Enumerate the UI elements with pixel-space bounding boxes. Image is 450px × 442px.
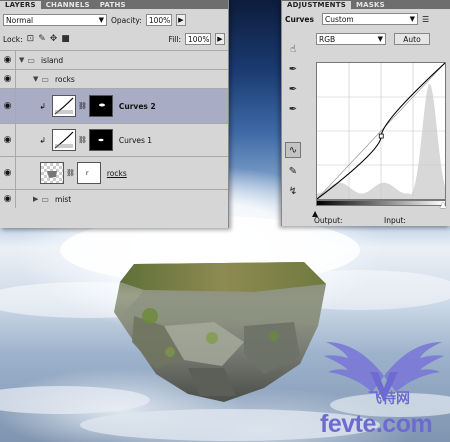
layer-name: Curves 1 — [118, 135, 153, 145]
smooth-icon[interactable]: ↯ — [286, 184, 300, 198]
adjustment-type-label: Curves — [285, 14, 314, 24]
target-adjust-icon[interactable]: ☝ — [286, 42, 300, 56]
curves-adjustment-thumbnail[interactable] — [52, 129, 76, 151]
channel-value: RGB — [319, 34, 336, 44]
visibility-eye-icon[interactable]: ◉ — [0, 89, 16, 123]
chevron-down-icon: ▼ — [377, 35, 383, 43]
input-gradient-bar — [316, 200, 446, 206]
curves-tool-column: ☝ ✒ ✒ ✒ ∿ ✎ ↯ — [285, 42, 301, 198]
layer-name: rocks — [54, 74, 75, 84]
layers-panel: LAYERS CHANNELS PATHS Normal ▼ Opacity: … — [0, 0, 229, 228]
curves-graph[interactable] — [316, 62, 446, 200]
layer-row-curves-1[interactable]: ◉ ↲ ⛓ Curves 1 — [0, 123, 228, 156]
channel-row: RGB ▼ Auto — [282, 29, 450, 49]
lock-transparent-icon[interactable]: ⊡ — [27, 34, 35, 44]
lock-label: Lock: — [3, 34, 23, 44]
layer-name: rocks — [106, 168, 127, 178]
tab-adjustments[interactable]: ADJUSTMENTS — [282, 1, 351, 9]
layer-row-mist[interactable]: ◉ ▶ ▭ mist — [0, 189, 228, 208]
curve-control-point[interactable] — [378, 133, 384, 139]
layer-row-curves-2[interactable]: ◉ ↲ ⛓ Curves 2 — [0, 88, 228, 123]
expand-triangle-icon[interactable]: ▼ — [19, 56, 24, 64]
output-label: Output: — [314, 216, 343, 225]
layers-tabbar: LAYERS CHANNELS PATHS — [0, 0, 228, 9]
curve-edit-icon[interactable]: ∿ — [285, 142, 301, 158]
curves-graph-svg[interactable] — [316, 62, 446, 200]
layer-thumbnail[interactable] — [40, 162, 64, 184]
fill-label: Fill: — [168, 34, 181, 44]
pencil-icon[interactable]: ✎ — [286, 164, 300, 178]
opacity-slider-button[interactable]: ▶ — [175, 14, 186, 26]
expand-triangle-icon[interactable]: ▼ — [33, 75, 38, 83]
layer-row-rocks[interactable]: ◉ ⛓ r rocks — [0, 156, 228, 189]
visibility-eye-icon[interactable]: ◉ — [0, 51, 16, 69]
fill-input[interactable]: 100% — [185, 33, 211, 45]
watermark-chinese-text: 飞特网 — [368, 391, 410, 407]
link-chain-icon[interactable]: ⛓ — [78, 102, 87, 110]
visibility-eye-icon[interactable]: ◉ — [0, 157, 16, 189]
adjustments-panel: ADJUSTMENTS MASKS Curves Custom ▼ ☰ RGB … — [281, 0, 450, 226]
layer-name: Curves 2 — [118, 101, 156, 111]
opacity-input[interactable]: 100% — [145, 14, 172, 26]
curves-header-row: Curves Custom ▼ ☰ — [282, 9, 450, 29]
input-label: Input: — [384, 216, 406, 225]
folder-icon: ▭ — [41, 194, 49, 204]
layer-name: island — [40, 55, 64, 65]
panel-menu-icon[interactable]: ☰ — [422, 15, 429, 24]
watermark: 飞特网 fevte.com — [318, 336, 450, 442]
layer-mask-thumbnail[interactable] — [88, 129, 113, 151]
lock-move-icon[interactable]: ✥ — [50, 34, 58, 44]
layer-name: mist — [54, 194, 72, 204]
chevron-down-icon: ▼ — [98, 16, 104, 24]
folder-icon: ▭ — [41, 74, 49, 84]
layer-mask-thumbnail[interactable] — [88, 95, 113, 117]
layer-row-rocks-group[interactable]: ◉ ▼ ▭ rocks — [0, 69, 228, 88]
tab-masks[interactable]: MASKS — [351, 1, 390, 9]
gray-eyedropper-icon[interactable]: ✒ — [286, 82, 300, 96]
tab-layers[interactable]: LAYERS — [0, 1, 41, 9]
white-eyedropper-icon[interactable]: ✒ — [286, 102, 300, 116]
white-point-slider-icon[interactable]: ▲ — [440, 200, 446, 209]
channel-select[interactable]: RGB ▼ — [316, 33, 386, 45]
opacity-label: Opacity: — [111, 15, 142, 25]
floating-rock-image — [114, 262, 326, 402]
visibility-eye-icon[interactable]: ◉ — [0, 190, 16, 208]
preset-select[interactable]: Custom ▼ — [321, 13, 418, 25]
lock-all-icon[interactable]: ■ — [61, 34, 70, 44]
clip-arrow-icon: ↲ — [39, 101, 46, 111]
clip-arrow-icon: ↲ — [39, 135, 46, 145]
link-chain-icon[interactable]: ⛓ — [66, 169, 75, 177]
blend-mode-select[interactable]: Normal ▼ — [3, 14, 107, 26]
tab-paths[interactable]: PATHS — [95, 1, 131, 9]
svg-text:r: r — [86, 170, 89, 177]
blend-mode-value: Normal — [6, 15, 34, 25]
adjustments-tabbar: ADJUSTMENTS MASKS — [282, 0, 450, 9]
folder-icon: ▭ — [27, 55, 35, 65]
fill-slider-button[interactable]: ▶ — [215, 33, 225, 45]
visibility-eye-icon[interactable]: ◉ — [0, 70, 16, 88]
tab-channels[interactable]: CHANNELS — [41, 1, 95, 9]
collapse-triangle-icon[interactable]: ▶ — [33, 195, 38, 203]
visibility-eye-icon[interactable]: ◉ — [0, 124, 16, 156]
lock-brush-icon[interactable]: ✎ — [38, 34, 46, 44]
blend-row: Normal ▼ Opacity: 100% ▶ — [0, 10, 228, 30]
link-chain-icon[interactable]: ⛓ — [78, 136, 87, 144]
black-eyedropper-icon[interactable]: ✒ — [286, 62, 300, 76]
layer-mask-thumbnail[interactable]: r — [76, 162, 101, 184]
layer-list: ◉ ▼ ▭ island ◉ ▼ ▭ rocks ◉ ↲ ⛓ Curves 2 — [0, 50, 228, 208]
lock-row: Lock: ⊡ ✎ ✥ ■ Fill: 100% ▶ — [0, 30, 228, 48]
curves-adjustment-thumbnail[interactable] — [52, 95, 76, 117]
preset-value: Custom — [324, 14, 354, 24]
auto-button[interactable]: Auto — [394, 33, 430, 45]
layer-row-island[interactable]: ◉ ▼ ▭ island — [0, 50, 228, 69]
watermark-domain-text: fevte.com — [320, 410, 433, 438]
chevron-down-icon: ▼ — [409, 15, 415, 23]
